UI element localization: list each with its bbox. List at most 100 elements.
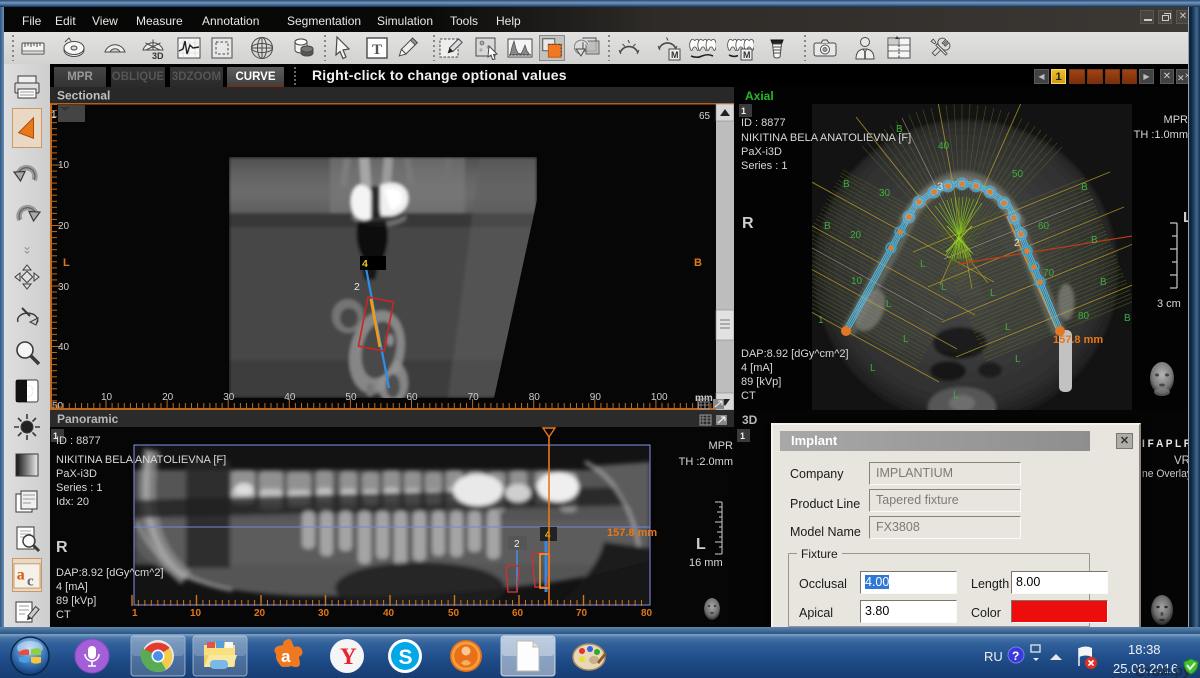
svg-text:16 mm: 16 mm <box>689 557 723 569</box>
svg-text:T: T <box>372 42 382 58</box>
svg-text:40: 40 <box>284 392 296 403</box>
svg-text:L: L <box>696 536 706 553</box>
svg-text:10: 10 <box>58 160 70 171</box>
svg-text:B: B <box>1124 313 1131 324</box>
svg-text:Panoramic: Panoramic <box>57 412 119 426</box>
svg-text:MPR: MPR <box>709 440 734 452</box>
svg-text:30: 30 <box>318 608 330 619</box>
svg-text:c: c <box>27 573 34 589</box>
svg-text:20: 20 <box>850 230 862 241</box>
svg-text:100: 100 <box>651 392 668 403</box>
svg-text:3D: 3D <box>742 413 758 427</box>
svg-text:2: 2 <box>514 539 520 550</box>
svg-text:B: B <box>1100 277 1107 288</box>
svg-text:M: M <box>671 50 679 60</box>
svg-text:L: L <box>63 257 70 269</box>
svg-text:B: B <box>824 221 831 232</box>
svg-text:20: 20 <box>254 608 266 619</box>
svg-text:Sectional: Sectional <box>57 89 110 103</box>
svg-text:L: L <box>990 288 996 299</box>
svg-text:3D: 3D <box>152 51 164 61</box>
svg-text:L: L <box>886 299 892 310</box>
svg-text:2: 2 <box>1014 238 1020 249</box>
svg-text:60: 60 <box>512 608 524 619</box>
svg-text:ID : 8877: ID : 8877 <box>56 435 101 447</box>
svg-text:80: 80 <box>529 392 541 403</box>
svg-text:Стом.ру: Стом.ру <box>1135 662 1191 678</box>
svg-text:60: 60 <box>407 392 419 403</box>
svg-text:Y: Y <box>340 644 357 669</box>
svg-text:VR: VR <box>1174 455 1188 467</box>
svg-text:NIKITINA BELA ANATOLIEVNA [F]: NIKITINA BELA ANATOLIEVNA [F] <box>56 454 226 466</box>
svg-text:10: 10 <box>851 276 863 287</box>
svg-text:50: 50 <box>345 392 357 403</box>
svg-text:1: 1 <box>818 315 824 326</box>
svg-text:L: L <box>1005 322 1011 333</box>
svg-text:10: 10 <box>101 392 113 403</box>
svg-text:Series : 1: Series : 1 <box>741 160 787 172</box>
svg-text:RU: RU <box>984 649 1003 664</box>
svg-text:L: L <box>953 390 959 401</box>
svg-text:?: ? <box>1012 649 1019 663</box>
svg-text:157.8 mm: 157.8 mm <box>607 527 657 539</box>
svg-text:20: 20 <box>58 221 70 232</box>
svg-text:3: 3 <box>937 181 943 193</box>
svg-text:4: 4 <box>545 530 551 541</box>
svg-text:DAP:8.92 [dGy^cm^2]: DAP:8.92 [dGy^cm^2] <box>741 348 849 360</box>
svg-text:4: 4 <box>362 258 368 270</box>
svg-text:B: B <box>843 179 850 190</box>
svg-text:PaX-i3D: PaX-i3D <box>56 468 97 480</box>
svg-text:I F A P L R: I F A P L R <box>1142 438 1188 450</box>
svg-text:DAP:8.92 [dGy^cm^2]: DAP:8.92 [dGy^cm^2] <box>56 567 164 579</box>
svg-text:89 [kVp]: 89 [kVp] <box>741 376 781 388</box>
svg-text:40: 40 <box>938 141 950 152</box>
svg-text:65: 65 <box>699 111 711 122</box>
svg-text:R: R <box>56 539 68 556</box>
svg-text:L: L <box>870 363 876 374</box>
svg-text:a: a <box>17 567 25 584</box>
svg-text:50: 50 <box>448 608 460 619</box>
svg-text:1: 1 <box>132 608 138 619</box>
svg-text:L: L <box>920 259 926 270</box>
svg-text:70: 70 <box>576 608 588 619</box>
svg-text:18:38: 18:38 <box>1128 642 1161 657</box>
svg-text:30: 30 <box>58 282 70 293</box>
svg-text:70: 70 <box>1043 268 1055 279</box>
svg-text:2: 2 <box>354 281 360 293</box>
svg-text:80: 80 <box>1078 311 1090 322</box>
svg-text:1: 1 <box>51 110 57 121</box>
svg-text:L: L <box>903 334 909 345</box>
svg-text:S: S <box>399 646 413 669</box>
svg-text:89 [kVp]: 89 [kVp] <box>56 595 96 607</box>
svg-text:80: 80 <box>641 608 653 619</box>
svg-text:40: 40 <box>58 342 70 353</box>
svg-text:30: 30 <box>879 188 891 199</box>
svg-text:10: 10 <box>190 608 202 619</box>
svg-text:50: 50 <box>1012 169 1024 180</box>
svg-text:70: 70 <box>468 392 480 403</box>
svg-text:60: 60 <box>1038 221 1050 232</box>
svg-text:B: B <box>694 257 702 269</box>
svg-text:1: 1 <box>741 106 746 116</box>
svg-text:B: B <box>1091 235 1098 246</box>
svg-text:40: 40 <box>383 608 395 619</box>
svg-text:MPR: MPR <box>1164 114 1188 126</box>
svg-text:ID : 8877: ID : 8877 <box>741 117 786 129</box>
svg-text:4 [mA]: 4 [mA] <box>741 362 773 374</box>
svg-text:90: 90 <box>590 392 602 403</box>
svg-text:30: 30 <box>223 392 235 403</box>
svg-text:157.8 mm: 157.8 mm <box>1053 334 1103 346</box>
svg-text:R: R <box>742 215 754 232</box>
svg-text:M: M <box>743 50 751 60</box>
svg-text:Axial: Axial <box>745 89 774 103</box>
svg-text:3 cm: 3 cm <box>1157 298 1181 310</box>
svg-text:20: 20 <box>162 392 174 403</box>
svg-text:TH :2.0mm: TH :2.0mm <box>679 456 733 468</box>
svg-text:TH :1.0mm: TH :1.0mm <box>1134 129 1188 141</box>
svg-text:ne Overlay: ne Overlay <box>1142 468 1188 480</box>
svg-text:L: L <box>1015 354 1021 365</box>
svg-text:CT: CT <box>741 390 756 402</box>
svg-text:1: 1 <box>740 431 745 441</box>
svg-text:PaX-i3D: PaX-i3D <box>741 146 782 158</box>
svg-text:CT: CT <box>56 609 71 621</box>
